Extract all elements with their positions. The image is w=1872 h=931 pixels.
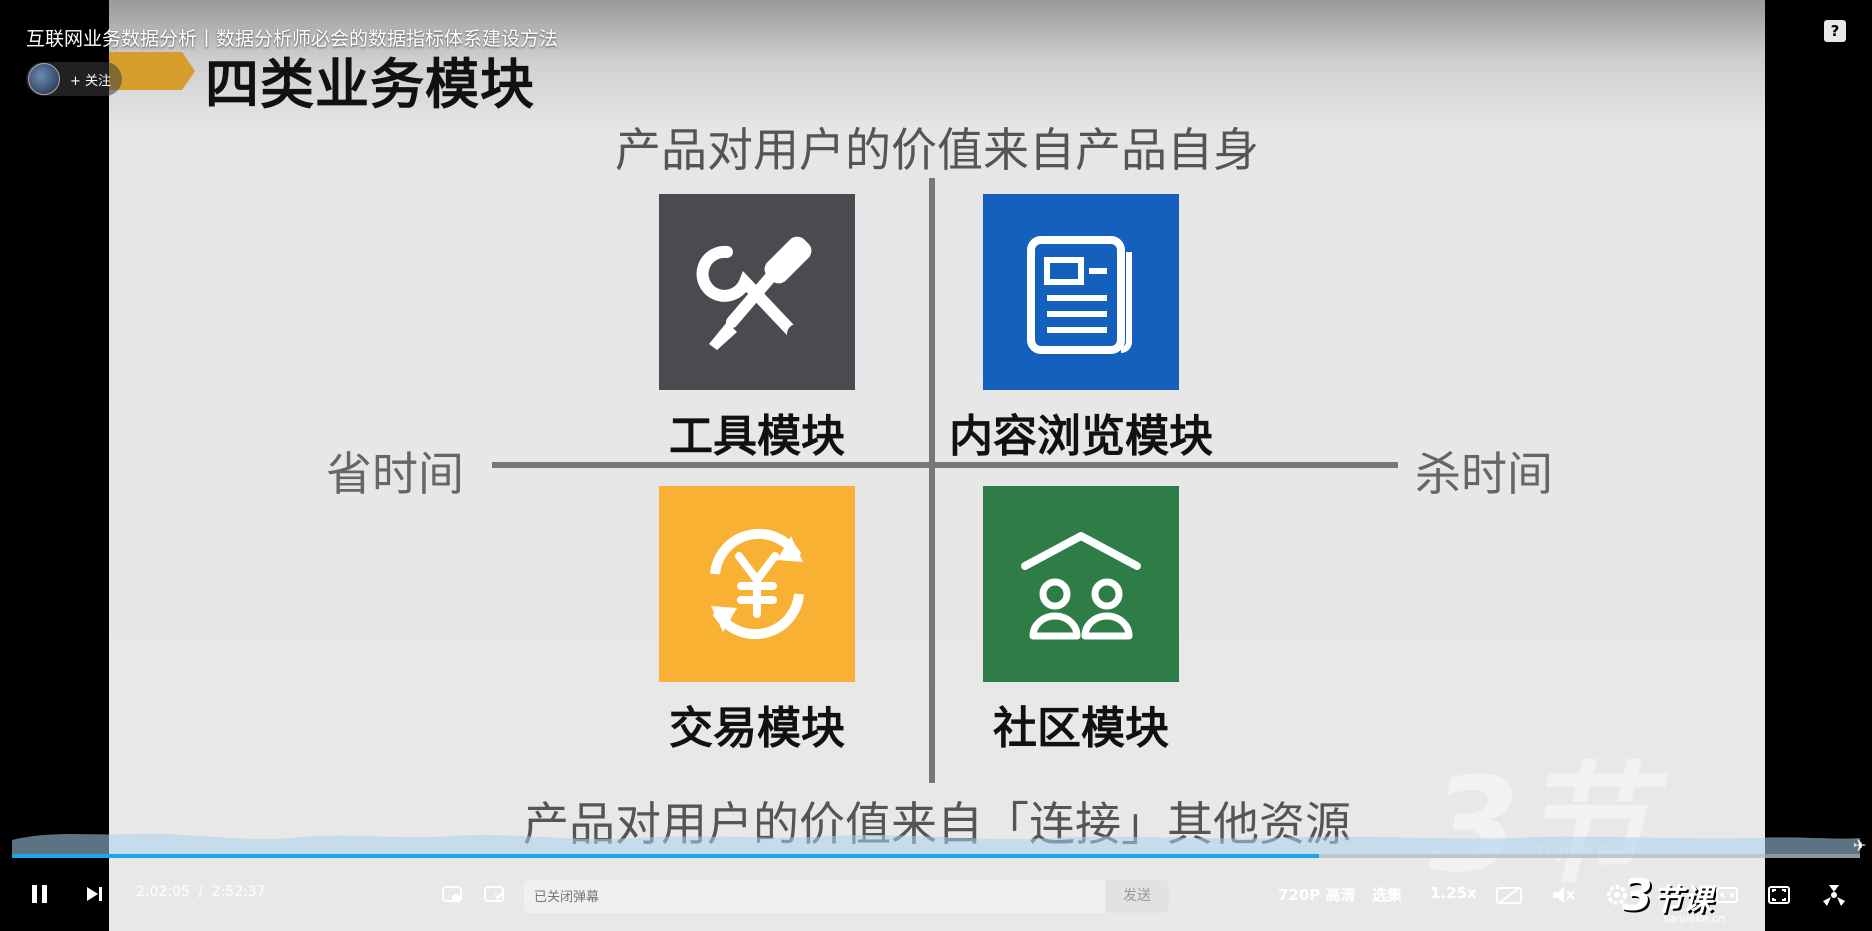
- send-danmaku-button[interactable]: 发送: [1105, 880, 1169, 913]
- tools-module-label: 工具模块: [669, 411, 845, 462]
- progress-bar[interactable]: [12, 854, 1860, 858]
- community-icon: [1021, 532, 1141, 640]
- uploader-chip[interactable]: + 关注: [26, 62, 122, 96]
- mute-button[interactable]: [1548, 882, 1578, 908]
- next-button[interactable]: [80, 880, 108, 908]
- pause-button[interactable]: [26, 880, 54, 908]
- pip-icon: [1716, 887, 1738, 903]
- follow-button[interactable]: + 关注: [70, 70, 111, 89]
- danmaku-input-box: 发送: [524, 880, 1169, 915]
- subtitle-off-icon: [1496, 886, 1522, 905]
- episodes-button[interactable]: 选集: [1372, 884, 1402, 905]
- fullscreen-button[interactable]: [1818, 880, 1850, 910]
- progress-played: [12, 854, 1320, 858]
- avatar[interactable]: [28, 63, 60, 95]
- total-time: 2:52:37: [211, 884, 266, 900]
- current-time: 2:02:05: [136, 884, 190, 900]
- heat-waveform: [12, 833, 1860, 858]
- content-module-label: 内容浏览模块: [949, 411, 1213, 462]
- time-separator: /: [198, 884, 204, 900]
- help-icon[interactable]: ?: [1824, 20, 1846, 42]
- muted-icon: [1553, 887, 1575, 903]
- web-fullscreen-icon: [1768, 886, 1790, 904]
- slide-title: 四类业务模块: [205, 53, 535, 116]
- tools-icon: [696, 236, 812, 350]
- subtitle-toggle-button[interactable]: [1494, 882, 1524, 908]
- top-caption: 产品对用户的价值来自产品自身: [615, 123, 1259, 177]
- web-fullscreen-button[interactable]: [1764, 882, 1794, 908]
- trade-tile: [659, 486, 855, 682]
- left-axis-label: 省时间: [326, 447, 464, 501]
- video-title: 互联网业务数据分析丨数据分析师必会的数据指标体系建设方法: [26, 28, 559, 50]
- time-display: 2:02:05 / 2:52:37: [136, 884, 266, 900]
- next-icon: [87, 887, 102, 901]
- speed-selector[interactable]: 1.25x: [1430, 884, 1477, 902]
- right-axis-label: 杀时间: [1415, 447, 1553, 501]
- fan-icon: [1823, 885, 1845, 906]
- danmaku-settings-button[interactable]: [438, 880, 466, 908]
- danmaku-settings-icon: [442, 886, 462, 902]
- newspaper-icon: [1027, 236, 1132, 354]
- content-tile: [983, 194, 1179, 390]
- tools-tile: [659, 194, 855, 390]
- community-tile: [983, 486, 1179, 682]
- brand-logo-sub: sanjieke.cn: [1663, 912, 1725, 925]
- yen-exchange-icon: [710, 528, 804, 640]
- video-player[interactable]: 四类业务模块 产品对用户的价值来自产品自身 省时间 杀时间 工具模块 内容浏览模…: [0, 0, 1872, 931]
- progress-end-icon[interactable]: ✈: [1853, 836, 1866, 855]
- danmaku-toggle-icon: [484, 886, 504, 902]
- community-module-label: 社区模块: [993, 703, 1169, 754]
- quality-selector[interactable]: 720P 高清: [1278, 884, 1356, 905]
- trade-module-label: 交易模块: [669, 703, 845, 754]
- pip-button[interactable]: [1712, 882, 1742, 908]
- pause-icon: [32, 885, 47, 903]
- slide-title-tag: [109, 52, 195, 90]
- slide: 四类业务模块 产品对用户的价值来自产品自身 省时间 杀时间 工具模块 内容浏览模…: [109, 0, 1765, 931]
- danmaku-toggle-button[interactable]: [480, 880, 508, 908]
- danmaku-input[interactable]: [532, 880, 1076, 915]
